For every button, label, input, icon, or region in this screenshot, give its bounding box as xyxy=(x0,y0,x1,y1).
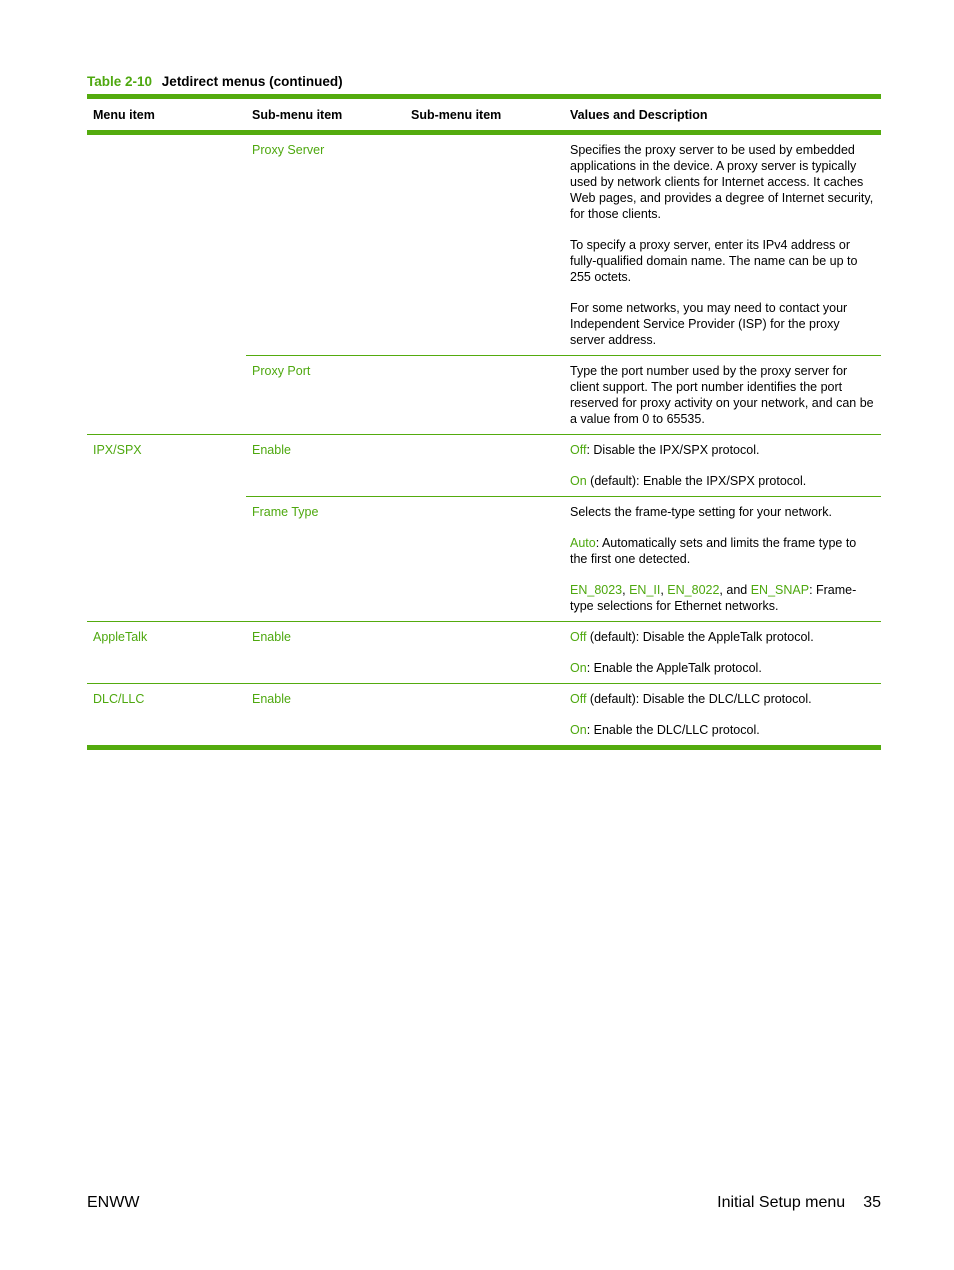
menu-item-cell xyxy=(87,135,246,355)
option-value: Off xyxy=(570,443,587,457)
option-value: Auto xyxy=(570,536,596,550)
sub-menu-item-enable: Enable xyxy=(252,630,291,644)
option-text: : Enable the DLC/LLC protocol. xyxy=(586,723,760,737)
menu-item-cell xyxy=(87,356,246,434)
description-cell: Type the port number used by the proxy s… xyxy=(564,356,881,434)
option-text: (default): Enable the IPX/SPX protocol. xyxy=(586,474,807,488)
menu-item-dlc-llc: DLC/LLC xyxy=(93,692,145,706)
header-values-description: Values and Description xyxy=(570,107,708,122)
table-row: IPX/SPX Enable Off: Disable the IPX/SPX … xyxy=(87,435,881,496)
description-cell: Off (default): Disable the AppleTalk pro… xyxy=(564,622,881,683)
table-row: DLC/LLC Enable Off (default): Disable th… xyxy=(87,684,881,745)
option-value: On xyxy=(570,723,587,737)
menu-item-appletalk: AppleTalk xyxy=(93,630,148,644)
option-value: On xyxy=(570,474,587,488)
option-text: : Enable the AppleTalk protocol. xyxy=(586,661,762,675)
jetdirect-menus-table: Menu item Sub-menu item Sub-menu item Va… xyxy=(87,94,881,750)
table-header-row: Menu item Sub-menu item Sub-menu item Va… xyxy=(87,99,881,130)
description-cell: Off (default): Disable the DLC/LLC proto… xyxy=(564,684,881,745)
footer-section: Initial Setup menu 35 xyxy=(717,1194,881,1212)
description-paragraph: Selects the frame-type setting for your … xyxy=(570,505,832,519)
sub-menu-item-enable: Enable xyxy=(252,443,291,457)
sub-menu-item-2-cell xyxy=(405,684,564,745)
header-sub-menu-item: Sub-menu item xyxy=(252,107,343,122)
description-cell: Specifies the proxy server to be used by… xyxy=(564,135,881,355)
menu-item-ipx-spx: IPX/SPX xyxy=(93,443,142,457)
option-text: (default): Disable the DLC/LLC protocol. xyxy=(586,692,812,706)
description-paragraph: To specify a proxy server, enter its IPv… xyxy=(570,238,858,284)
option-value: EN_8023 xyxy=(570,583,623,597)
table-group-appletalk: AppleTalk Enable Off (default): Disable … xyxy=(87,622,881,683)
sub-menu-item-2-cell xyxy=(405,356,564,434)
table-row: Proxy Server Specifies the proxy server … xyxy=(87,135,881,355)
table-row: Proxy Port Type the port number used by … xyxy=(87,356,881,434)
table-bottom-rule xyxy=(87,745,881,750)
sub-menu-item-proxy-server: Proxy Server xyxy=(252,143,325,157)
sub-menu-item-proxy-port: Proxy Port xyxy=(252,364,311,378)
option-line: Off (default): Disable the DLC/LLC proto… xyxy=(570,691,877,707)
option-line: On: Enable the DLC/LLC protocol. xyxy=(570,722,877,738)
separator-text: , and xyxy=(719,583,751,597)
description-cell: Selects the frame-type setting for your … xyxy=(564,497,881,621)
option-line: EN_8023, EN_II, EN_8022, and EN_SNAP: Fr… xyxy=(570,582,877,614)
sub-menu-item-2-cell xyxy=(405,435,564,496)
option-text: : Disable the IPX/SPX protocol. xyxy=(586,443,760,457)
sub-menu-item-2-cell xyxy=(405,135,564,355)
option-line: On: Enable the AppleTalk protocol. xyxy=(570,660,877,676)
option-value: On xyxy=(570,661,587,675)
option-line: Off: Disable the IPX/SPX protocol. xyxy=(570,442,877,458)
option-line: Auto: Automatically sets and limits the … xyxy=(570,535,877,567)
table-number: Table 2-10 xyxy=(87,74,153,89)
menu-item-cell xyxy=(87,497,246,621)
table-row: Frame Type Selects the frame-type settin… xyxy=(87,497,881,621)
page-number: 35 xyxy=(863,1194,881,1211)
table-group-dlc-llc: DLC/LLC Enable Off (default): Disable th… xyxy=(87,684,881,745)
option-text: (default): Disable the AppleTalk protoco… xyxy=(586,630,814,644)
option-value: EN_SNAP xyxy=(750,583,810,597)
option-text: : Automatically sets and limits the fram… xyxy=(570,536,857,566)
description-cell: Off: Disable the IPX/SPX protocol. On (d… xyxy=(564,435,881,496)
table-caption: Table 2-10 Jetdirect menus (continued) xyxy=(87,74,343,89)
option-line: On (default): Enable the IPX/SPX protoco… xyxy=(570,473,877,489)
option-value: Off xyxy=(570,692,587,706)
header-sub-menu-item-2: Sub-menu item xyxy=(411,107,502,122)
option-value: EN_II xyxy=(629,583,661,597)
description-paragraph: Specifies the proxy server to be used by… xyxy=(570,143,874,221)
sub-menu-item-frame-type: Frame Type xyxy=(252,505,319,519)
option-value: Off xyxy=(570,630,587,644)
sub-menu-item-2-cell xyxy=(405,622,564,683)
footer-locale: ENWW xyxy=(87,1194,140,1211)
description-paragraph: Type the port number used by the proxy s… xyxy=(570,364,874,426)
table-title: Jetdirect menus (continued) xyxy=(161,74,343,89)
sub-menu-item-2-cell xyxy=(405,497,564,621)
footer-section-title: Initial Setup menu xyxy=(717,1194,846,1211)
description-paragraph: For some networks, you may need to conta… xyxy=(570,301,848,347)
option-line: Off (default): Disable the AppleTalk pro… xyxy=(570,629,877,645)
header-menu-item: Menu item xyxy=(93,107,155,122)
table-group-ipx-spx: IPX/SPX Enable Off: Disable the IPX/SPX … xyxy=(87,435,881,621)
table-group-proxy: Proxy Server Specifies the proxy server … xyxy=(87,135,881,434)
option-value: EN_8022 xyxy=(667,583,720,597)
sub-menu-item-enable: Enable xyxy=(252,692,291,706)
table-row: AppleTalk Enable Off (default): Disable … xyxy=(87,622,881,683)
